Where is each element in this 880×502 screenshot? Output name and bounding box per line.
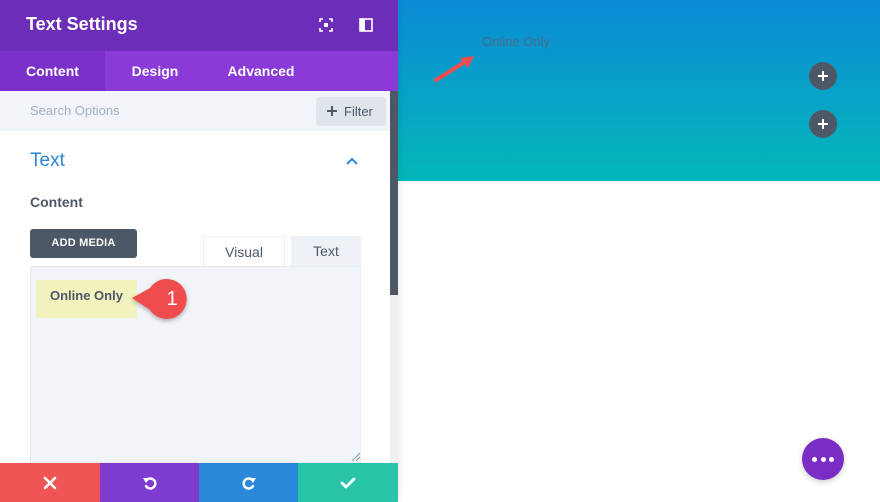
filter-label: Filter (344, 104, 373, 119)
expand-icon[interactable] (317, 16, 335, 34)
close-icon (43, 476, 57, 489)
tab-design[interactable]: Design (112, 51, 198, 91)
panel-title: Text Settings (26, 14, 138, 34)
editor-tab-visual[interactable]: Visual (203, 236, 285, 266)
settings-panel: Text Settings Content Design Advanced Se… (0, 0, 398, 502)
save-button[interactable] (298, 463, 398, 502)
add-row-button[interactable] (809, 62, 837, 90)
module-text[interactable]: Online Only (482, 34, 550, 49)
plus-icon (327, 106, 337, 116)
discard-button[interactable] (0, 463, 100, 502)
search-input[interactable]: Search Options (30, 103, 120, 118)
builder-stage: Online Only Text Settings Content Design… (0, 0, 880, 502)
action-bar (0, 463, 398, 502)
tab-content[interactable]: Content (0, 51, 105, 91)
sidebar-toggle-icon[interactable] (357, 16, 375, 34)
tab-advanced[interactable]: Advanced (212, 51, 310, 91)
editor-tab-text[interactable]: Text (291, 236, 361, 266)
chevron-up-icon[interactable] (345, 156, 359, 166)
panel-header: Text Settings (0, 0, 398, 51)
dot (829, 457, 834, 462)
dot (820, 457, 826, 462)
redo-icon (242, 476, 256, 490)
scrollbar-track[interactable] (390, 295, 398, 463)
scrollbar-thumb[interactable] (390, 91, 398, 295)
plus-icon (818, 119, 828, 129)
dot (812, 457, 817, 462)
add-media-button[interactable]: ADD MEDIA (30, 229, 137, 258)
plus-icon (818, 71, 828, 81)
hero-section[interactable] (398, 0, 880, 181)
page-settings-button[interactable] (802, 438, 844, 480)
check-icon (340, 477, 356, 488)
panel-tabs: Content Design Advanced (0, 51, 398, 91)
undo-icon (142, 476, 156, 490)
callout-number: 1 (166, 288, 178, 310)
content-field-label: Content (30, 194, 83, 210)
redo-button[interactable] (199, 463, 298, 502)
pointer-arrow-icon (434, 56, 474, 82)
undo-button[interactable] (100, 463, 199, 502)
resize-grip-icon[interactable] (350, 451, 360, 461)
section-title-text[interactable]: Text (30, 150, 65, 172)
add-section-button[interactable] (809, 110, 837, 138)
editor-text[interactable]: Online Only (50, 288, 123, 303)
filter-button[interactable]: Filter (316, 97, 386, 126)
